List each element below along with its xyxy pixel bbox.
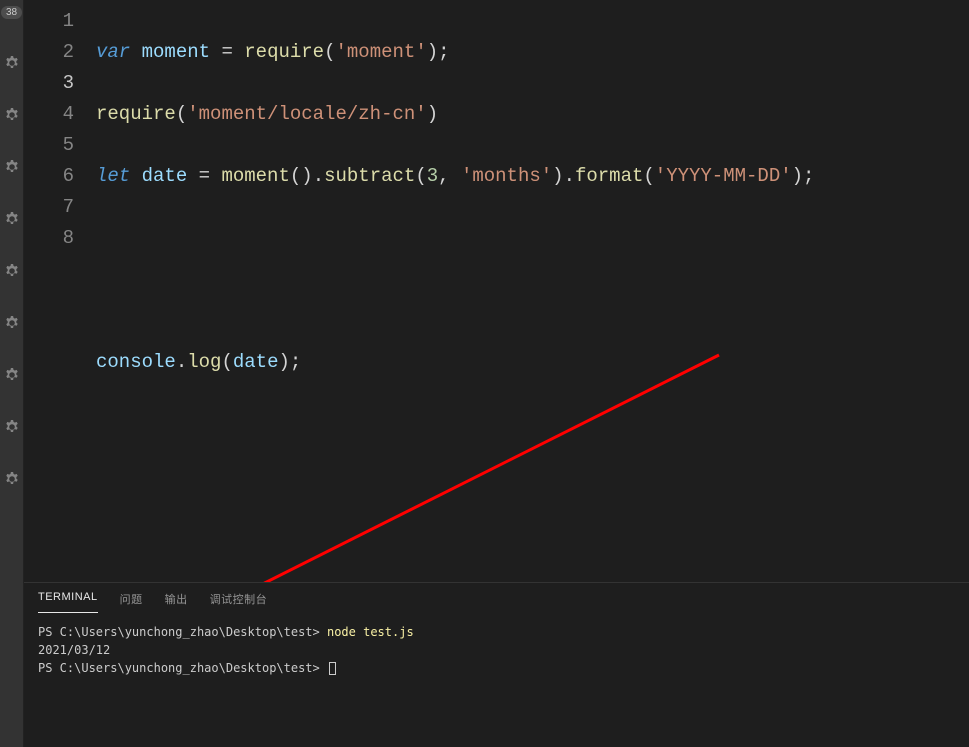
code-content[interactable]: var moment = require('moment'); require(… bbox=[96, 0, 969, 582]
line-number: 2 bbox=[24, 37, 74, 68]
code-line[interactable]: let date = moment().subtract(3, 'months'… bbox=[96, 161, 969, 192]
line-number: 6 bbox=[24, 161, 74, 192]
code-line[interactable] bbox=[96, 223, 969, 254]
tab-debug-console[interactable]: 调试控制台 bbox=[210, 591, 268, 613]
terminal-line: 2021/03/12 bbox=[38, 641, 955, 659]
gear-icon[interactable] bbox=[4, 107, 20, 123]
terminal[interactable]: PS C:\Users\yunchong_zhao\Desktop\test> … bbox=[24, 613, 969, 747]
gear-icon[interactable] bbox=[4, 263, 20, 279]
gear-icon[interactable] bbox=[4, 211, 20, 227]
gear-icon[interactable] bbox=[4, 471, 20, 487]
activity-bar: 38 bbox=[0, 0, 24, 747]
line-number: 7 bbox=[24, 192, 74, 223]
tab-terminal[interactable]: TERMINAL bbox=[38, 591, 98, 613]
code-line[interactable] bbox=[96, 471, 969, 502]
gear-icon[interactable] bbox=[4, 159, 20, 175]
gear-icon[interactable] bbox=[4, 367, 20, 383]
gear-icon[interactable] bbox=[4, 55, 20, 71]
tab-problems[interactable]: 问题 bbox=[120, 591, 143, 613]
tab-output[interactable]: 输出 bbox=[165, 591, 188, 613]
line-number: 1 bbox=[24, 6, 74, 37]
line-number: 8 bbox=[24, 223, 74, 254]
cursor-icon bbox=[329, 662, 336, 675]
badge-count: 38 bbox=[1, 6, 22, 19]
main-area: 1 2 3 4 5 6 7 8 var moment = require('mo… bbox=[24, 0, 969, 747]
terminal-line: PS C:\Users\yunchong_zhao\Desktop\test> bbox=[38, 659, 955, 677]
bottom-panel: TERMINAL 问题 输出 调试控制台 PS C:\Users\yunchon… bbox=[24, 582, 969, 747]
gear-icon[interactable] bbox=[4, 315, 20, 331]
code-line[interactable]: require('moment/locale/zh-cn') bbox=[96, 99, 969, 130]
terminal-line: PS C:\Users\yunchong_zhao\Desktop\test> … bbox=[38, 623, 955, 641]
code-line[interactable]: console.log(date); bbox=[96, 347, 969, 378]
panel-tabs: TERMINAL 问题 输出 调试控制台 bbox=[24, 583, 969, 613]
code-editor[interactable]: 1 2 3 4 5 6 7 8 var moment = require('mo… bbox=[24, 0, 969, 582]
line-number: 5 bbox=[24, 130, 74, 161]
line-number: 3 bbox=[24, 68, 74, 99]
line-number: 4 bbox=[24, 99, 74, 130]
line-number-gutter: 1 2 3 4 5 6 7 8 bbox=[24, 0, 96, 582]
code-line[interactable] bbox=[96, 285, 969, 316]
gear-icon[interactable] bbox=[4, 419, 20, 435]
code-line[interactable]: var moment = require('moment'); bbox=[96, 37, 969, 68]
code-line[interactable] bbox=[96, 409, 969, 440]
